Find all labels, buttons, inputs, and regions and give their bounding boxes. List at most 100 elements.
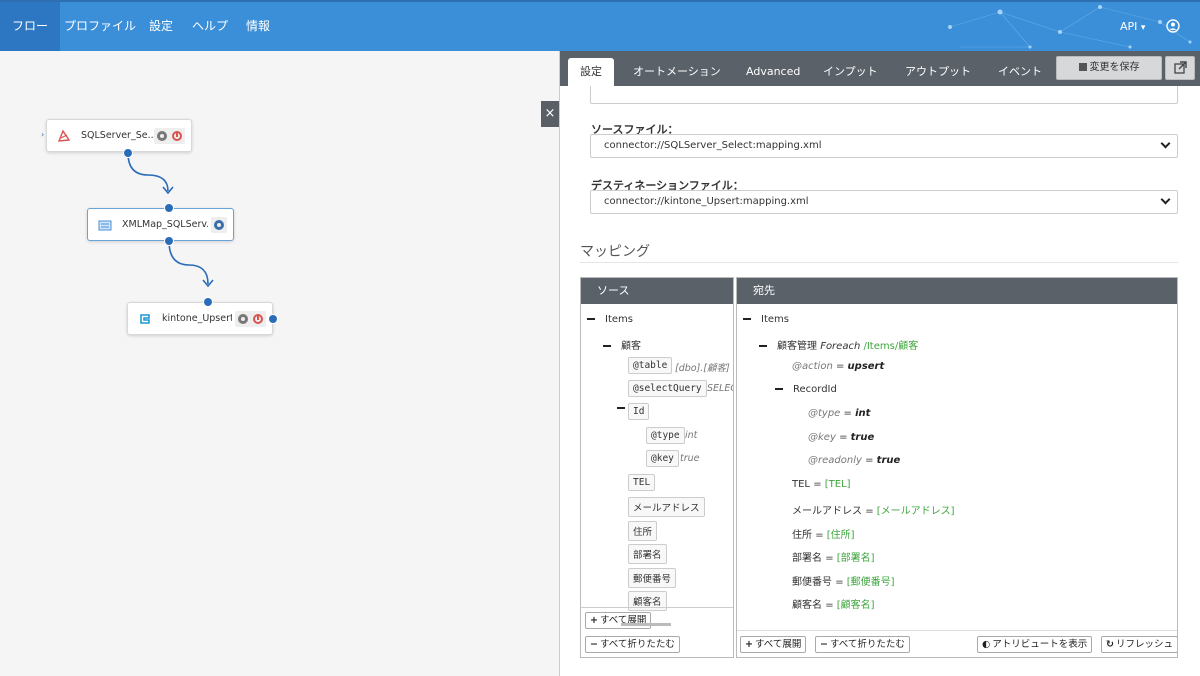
flow-canvas[interactable]: SQLServer_Se... › XMLMap_SQLServ... kint… — [0, 51, 559, 676]
dest-map-zip[interactable]: 郵便番号 = [郵便番号] — [792, 573, 895, 588]
tab-advanced[interactable]: Advanced — [734, 58, 812, 86]
dest-collapse-all-button[interactable]: − すべて折りたたむ — [815, 636, 910, 653]
source-scrollbar[interactable] — [621, 623, 671, 626]
tree-label: RecordId — [793, 384, 837, 395]
nav-settings[interactable]: 設定 — [137, 2, 185, 51]
description-textarea[interactable] — [590, 86, 1178, 104]
gear-icon[interactable] — [157, 131, 167, 141]
dest-map-customer[interactable]: 顧客名 = [顧客名] — [792, 596, 875, 611]
dest-map-department[interactable]: 部署名 = [部署名] — [792, 549, 875, 564]
dest-root[interactable]: Items — [743, 314, 789, 325]
mapping-title: マッピング — [580, 244, 650, 260]
dest-map-tel[interactable]: TEL = [TEL] — [792, 479, 851, 490]
source-attr-select[interactable]: @selectQuery — [628, 380, 707, 397]
dest-attr-readonly[interactable]: @readonly = true — [808, 455, 900, 466]
attr-value: int — [855, 408, 871, 419]
button-label: リフレッシュ — [1115, 639, 1173, 650]
source-collapse-all-button[interactable]: − すべて折りたたむ — [585, 636, 680, 653]
map-eq: = — [835, 577, 844, 588]
nav-help[interactable]: ヘルプ — [180, 2, 240, 51]
flow-node-xmlmap[interactable]: XMLMap_SQLServ... — [87, 208, 234, 241]
dest-record-id[interactable]: RecordId — [775, 384, 837, 395]
user-circle-icon[interactable] — [1166, 19, 1180, 33]
button-label: アトリビュートを表示 — [992, 639, 1088, 650]
source-root[interactable]: Items — [587, 314, 633, 325]
source-file-select[interactable]: connector://SQLServer_Select:mapping.xml — [590, 134, 1178, 158]
source-tree-panel: ソース Items 顧客 @table [dbo].[顧客] @selectQu… — [580, 277, 734, 658]
save-changes-button[interactable]: 変更を保存 — [1056, 56, 1162, 80]
nav-flow[interactable]: フロー — [0, 2, 61, 51]
input-port[interactable] — [164, 203, 174, 213]
attr-eq: = — [865, 455, 874, 466]
mapping-divider — [580, 262, 1178, 263]
power-icon[interactable] — [172, 131, 182, 141]
gear-icon[interactable] — [214, 220, 224, 230]
save-label: 変更を保存 — [1089, 62, 1140, 73]
button-label: すべて折りたたむ — [599, 639, 675, 650]
attr-value: true — [850, 432, 875, 443]
dest-attr-action[interactable]: @action = upsert — [792, 361, 884, 372]
dest-divider — [737, 630, 1177, 631]
close-panel-button[interactable]: × — [541, 101, 559, 127]
dest-map-email[interactable]: メールアドレス = [メールアドレス] — [792, 502, 955, 517]
dest-file-select[interactable]: connector://kintone_Upsert:mapping.xml — [590, 190, 1178, 214]
source-id-chip[interactable]: Id — [628, 403, 650, 420]
api-label: API — [1120, 20, 1138, 33]
attr-name: @readonly — [808, 455, 862, 466]
map-value: [メールアドレス] — [876, 506, 955, 517]
output-port-right[interactable] — [268, 314, 278, 324]
flow-node-sqlserver[interactable]: SQLServer_Se... — [46, 119, 192, 152]
chevron-down-icon: ▾ — [1140, 23, 1146, 33]
source-field-department[interactable]: 部署名 — [628, 544, 667, 564]
tab-events[interactable]: イベント — [986, 58, 1054, 86]
source-scroll-divider — [581, 607, 733, 608]
power-icon[interactable] — [253, 314, 263, 324]
dest-table[interactable]: 顧客管理 Foreach /Items/顧客 — [759, 337, 918, 352]
map-value: [部署名] — [836, 553, 875, 564]
refresh-button[interactable]: ↻ リフレッシュ — [1101, 636, 1177, 653]
tab-settings[interactable]: 設定 — [568, 58, 614, 86]
source-attr-key[interactable]: @key — [646, 450, 679, 467]
chevron-down-icon — [1160, 138, 1171, 149]
nav-profile[interactable]: プロファイル — [52, 2, 148, 51]
source-attr-key-value: true — [680, 453, 700, 464]
map-name: 顧客名 — [792, 600, 822, 611]
source-expand-all-button[interactable]: + すべて展開 — [585, 612, 652, 629]
show-attributes-button[interactable]: ◐ アトリビュートを表示 — [977, 636, 1093, 653]
source-field-email[interactable]: メールアドレス — [628, 497, 705, 517]
input-port[interactable] — [203, 297, 213, 307]
tab-output[interactable]: アウトプット — [893, 58, 983, 86]
map-eq: = — [825, 600, 834, 611]
api-menu[interactable]: API ▾ — [1120, 2, 1145, 51]
tab-automation[interactable]: オートメーション — [621, 58, 733, 86]
dest-expand-all-button[interactable]: + すべて展開 — [740, 636, 807, 653]
map-value: [TEL] — [824, 479, 851, 490]
output-port[interactable] — [123, 148, 133, 158]
map-value: [住所] — [826, 530, 855, 541]
source-field-zip[interactable]: 郵便番号 — [628, 568, 677, 588]
sql-server-icon — [57, 129, 71, 143]
tab-input[interactable]: インプット — [811, 58, 890, 86]
foreach-path: /Items/顧客 — [863, 341, 919, 352]
source-attr-type[interactable]: @type — [646, 427, 685, 444]
output-port[interactable] — [164, 236, 174, 246]
gear-icon[interactable] — [238, 314, 248, 324]
source-attr-table[interactable]: @table — [628, 357, 673, 374]
external-link-icon — [1174, 61, 1187, 74]
open-external-button[interactable] — [1165, 56, 1195, 80]
node-actions — [235, 311, 266, 327]
flow-node-kintone[interactable]: kintone_Upsert — [127, 302, 273, 335]
source-field-address[interactable]: 住所 — [628, 521, 658, 541]
source-table[interactable]: 顧客 — [603, 337, 641, 352]
nav-info[interactable]: 情報 — [234, 2, 282, 51]
dest-map-address[interactable]: 住所 = [住所] — [792, 526, 855, 541]
attr-eq: = — [839, 432, 848, 443]
tree-label: 顧客管理 — [777, 341, 817, 352]
source-field-customer[interactable]: 顧客名 — [628, 591, 667, 611]
source-field-tel[interactable]: TEL — [628, 474, 656, 491]
map-eq: = — [813, 479, 822, 490]
save-icon — [1078, 63, 1087, 71]
dest-attr-key[interactable]: @key = true — [808, 432, 874, 443]
collapse-icon — [759, 345, 767, 347]
dest-attr-type[interactable]: @type = int — [808, 408, 870, 419]
